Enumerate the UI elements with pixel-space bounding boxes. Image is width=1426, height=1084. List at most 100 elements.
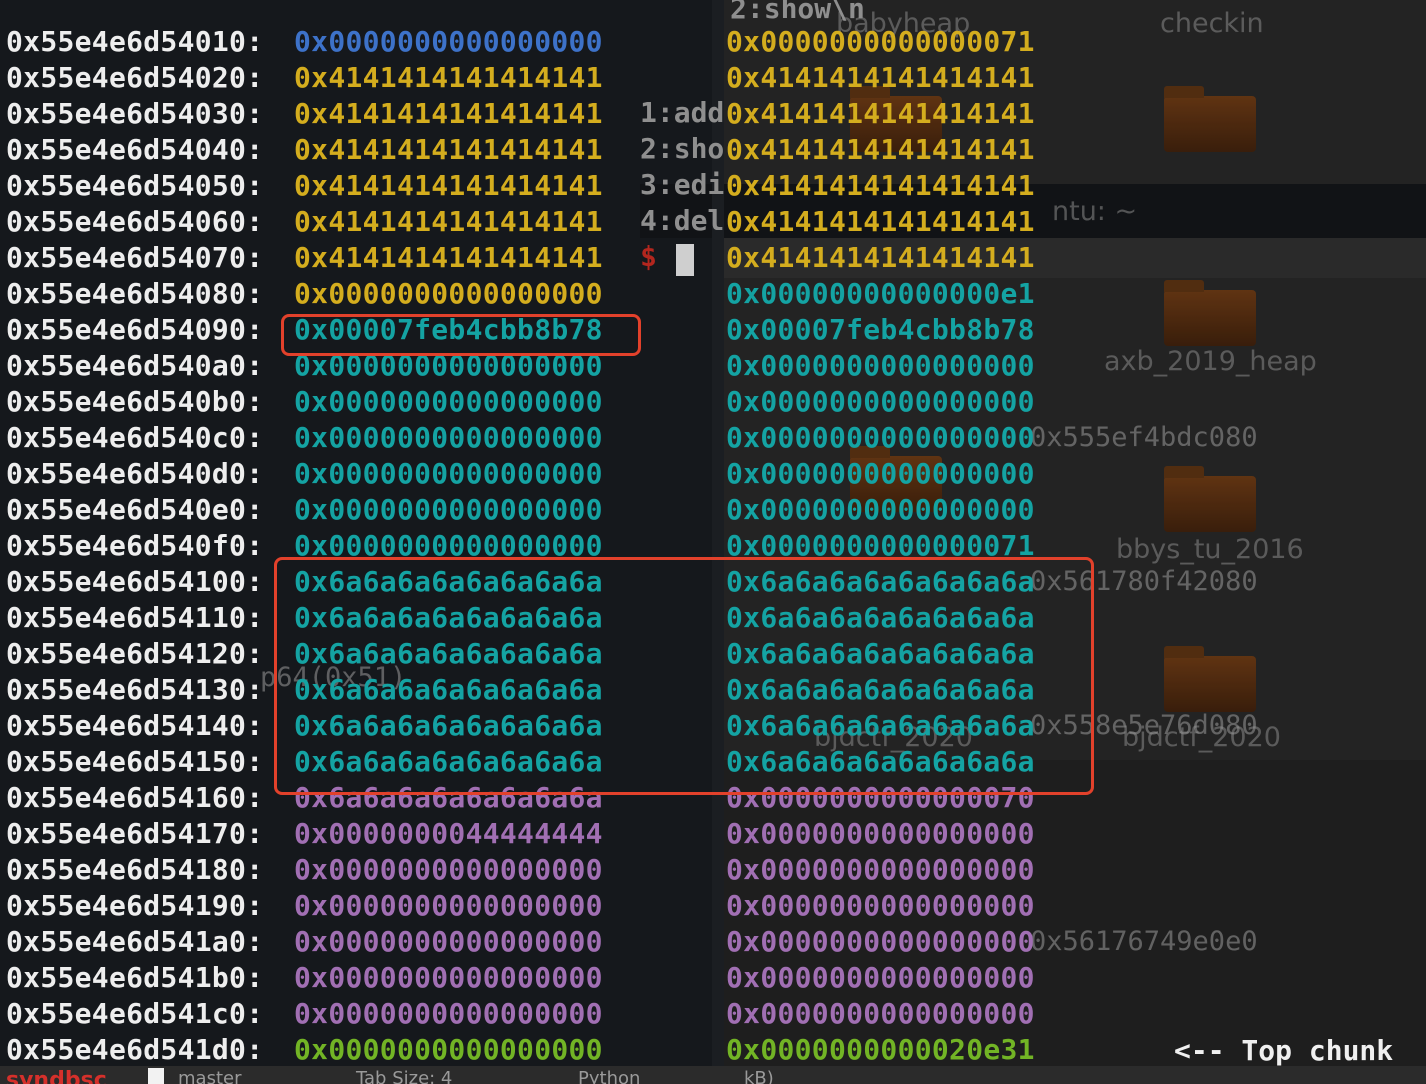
memory-address: 0x55e4e6d54190:	[6, 889, 264, 922]
memory-value-low: 0x6a6a6a6a6a6a6a6a	[294, 781, 603, 814]
memory-value-high: 0x6a6a6a6a6a6a6a6a	[726, 601, 1035, 634]
memory-value-low: 0x0000000000000000	[294, 493, 603, 526]
memory-value-high: 0x0000000000000000	[726, 349, 1035, 382]
memory-address: 0x55e4e6d541c0:	[6, 997, 264, 1030]
memory-value-low: 0x4141414141414141	[294, 169, 603, 202]
memory-address: 0x55e4e6d54090:	[6, 313, 264, 346]
memory-value-high: 0x0000000000000071	[726, 25, 1035, 58]
menu-item-add: 1:add	[640, 96, 725, 129]
status-language[interactable]: Python	[578, 1068, 640, 1084]
memory-value-high: 0x0000000000000000	[726, 889, 1035, 922]
status-bar: syndbsc master Tab Size: 4 Python kB)	[0, 1066, 1426, 1084]
memory-value-low: 0x4141414141414141	[294, 61, 603, 94]
memory-value-high: 0x4141414141414141	[726, 241, 1035, 274]
status-user: syndbsc	[6, 1068, 107, 1084]
memory-value-low: 0x0000000044444444	[294, 817, 603, 850]
memory-value-high: 0x6a6a6a6a6a6a6a6a	[726, 565, 1035, 598]
memory-value-high: 0x6a6a6a6a6a6a6a6a	[726, 709, 1035, 742]
menu-item-delete: 4:del	[640, 204, 725, 237]
memory-address: 0x55e4e6d541d0:	[6, 1033, 264, 1066]
memory-value-high: 0x0000000000000000	[726, 961, 1035, 994]
memory-address: 0x55e4e6d54120:	[6, 637, 264, 670]
status-tab-size[interactable]: Tab Size: 4	[356, 1068, 452, 1084]
memory-address: 0x55e4e6d540f0:	[6, 529, 264, 562]
memory-value-high: 0x0000000000020e31	[726, 1033, 1035, 1066]
memory-value-low: 0x00007feb4cbb8b78	[294, 313, 603, 346]
memory-value-high: 0x0000000000000000	[726, 817, 1035, 850]
memory-value-low: 0x0000000000000000	[294, 997, 603, 1030]
ghost-address: 0x56176749e0e0	[1030, 926, 1258, 957]
memory-value-high: 0x4141414141414141	[726, 169, 1035, 202]
ghost-address: 0x558e5e76d080	[1030, 710, 1258, 741]
memory-value-high: 0x0000000000000000	[726, 385, 1035, 418]
memory-value-high: 0x4141414141414141	[726, 97, 1035, 130]
memory-value-low: 0x4141414141414141	[294, 241, 603, 274]
memory-value-high: 0x4141414141414141	[726, 61, 1035, 94]
memory-address: 0x55e4e6d54110:	[6, 601, 264, 634]
memory-value-low: 0x0000000000000000	[294, 277, 603, 310]
folder-icon[interactable]	[1164, 466, 1256, 532]
memory-value-low: 0x0000000000000000	[294, 349, 603, 382]
memory-address: 0x55e4e6d54040:	[6, 133, 264, 166]
memory-value-low: 0x0000000000000000	[294, 889, 603, 922]
folder-label: bbys_tu_2016	[1116, 534, 1304, 565]
memory-address: 0x55e4e6d54100:	[6, 565, 264, 598]
memory-value-low: 0x4141414141414141	[294, 97, 603, 130]
memory-value-high: 0x00000000000000e1	[726, 277, 1035, 310]
memory-address: 0x55e4e6d54140:	[6, 709, 264, 742]
memory-address: 0x55e4e6d54010:	[6, 25, 264, 58]
memory-value-high: 0x0000000000000071	[726, 529, 1035, 562]
memory-value-low: 0x6a6a6a6a6a6a6a6a	[294, 673, 603, 706]
memory-value-high: 0x00007feb4cbb8b78	[726, 313, 1035, 346]
memory-value-low: 0x0000000000000000	[294, 853, 603, 886]
memory-address: 0x55e4e6d540d0:	[6, 457, 264, 490]
status-branch[interactable]: master	[178, 1068, 241, 1084]
memory-value-low: 0x6a6a6a6a6a6a6a6a	[294, 745, 603, 778]
memory-value-low: 0x0000000000000000	[294, 385, 603, 418]
memory-value-high: 0x4141414141414141	[726, 133, 1035, 166]
folder-icon[interactable]	[1164, 646, 1256, 712]
memory-value-high: 0x0000000000000000	[726, 421, 1035, 454]
memory-value-high: 0x0000000000000000	[726, 457, 1035, 490]
memory-address: 0x55e4e6d540c0:	[6, 421, 264, 454]
folder-icon[interactable]	[1164, 280, 1256, 346]
memory-value-low: 0x0000000000000000	[294, 529, 603, 562]
memory-address: 0x55e4e6d540b0:	[6, 385, 264, 418]
memory-address: 0x55e4e6d54160:	[6, 781, 264, 814]
folder-label: checkin	[1160, 8, 1264, 39]
shell-prompt: $	[640, 240, 657, 273]
terminal-title: ntu: ~	[1052, 196, 1138, 227]
memory-value-low: 0x0000000000000000	[294, 1033, 603, 1066]
top-chunk-label: <-- Top chunk	[1174, 1034, 1394, 1067]
memory-value-low: 0x6a6a6a6a6a6a6a6a	[294, 601, 603, 634]
memory-value-low: 0x0000000000000000	[294, 961, 603, 994]
memory-address: 0x55e4e6d54150:	[6, 745, 264, 778]
folder-icon[interactable]	[1164, 86, 1256, 152]
menu-item-edit: 3:edi	[640, 168, 725, 201]
memory-value-low: 0x0000000000000000	[294, 25, 603, 58]
memory-value-high: 0x4141414141414141	[726, 205, 1035, 238]
memory-address: 0x55e4e6d54070:	[6, 241, 264, 274]
menu-line-show: 2:show\n	[730, 0, 865, 25]
memory-value-high: 0x0000000000000000	[726, 853, 1035, 886]
terminal-cursor	[676, 244, 694, 276]
memory-value-high: 0x6a6a6a6a6a6a6a6a	[726, 673, 1035, 706]
memory-address: 0x55e4e6d540a0:	[6, 349, 264, 382]
memory-address: 0x55e4e6d54030:	[6, 97, 264, 130]
memory-value-low: 0x6a6a6a6a6a6a6a6a	[294, 565, 603, 598]
memory-value-low: 0x6a6a6a6a6a6a6a6a	[294, 709, 603, 742]
memory-value-high: 0x6a6a6a6a6a6a6a6a	[726, 637, 1035, 670]
status-cursor	[148, 1068, 164, 1084]
memory-address: 0x55e4e6d54050:	[6, 169, 264, 202]
memory-address: 0x55e4e6d541b0:	[6, 961, 264, 994]
memory-address: 0x55e4e6d54180:	[6, 853, 264, 886]
memory-value-low: 0x4141414141414141	[294, 133, 603, 166]
memory-value-high: 0x0000000000000000	[726, 925, 1035, 958]
memory-value-low: 0x4141414141414141	[294, 205, 603, 238]
memory-value-low: 0x0000000000000000	[294, 925, 603, 958]
memory-value-high: 0x0000000000000000	[726, 997, 1035, 1030]
memory-value-high: 0x6a6a6a6a6a6a6a6a	[726, 745, 1035, 778]
memory-value-high: 0x0000000000000000	[726, 493, 1035, 526]
memory-address: 0x55e4e6d54060:	[6, 205, 264, 238]
menu-item-show: 2:sho	[640, 132, 725, 165]
